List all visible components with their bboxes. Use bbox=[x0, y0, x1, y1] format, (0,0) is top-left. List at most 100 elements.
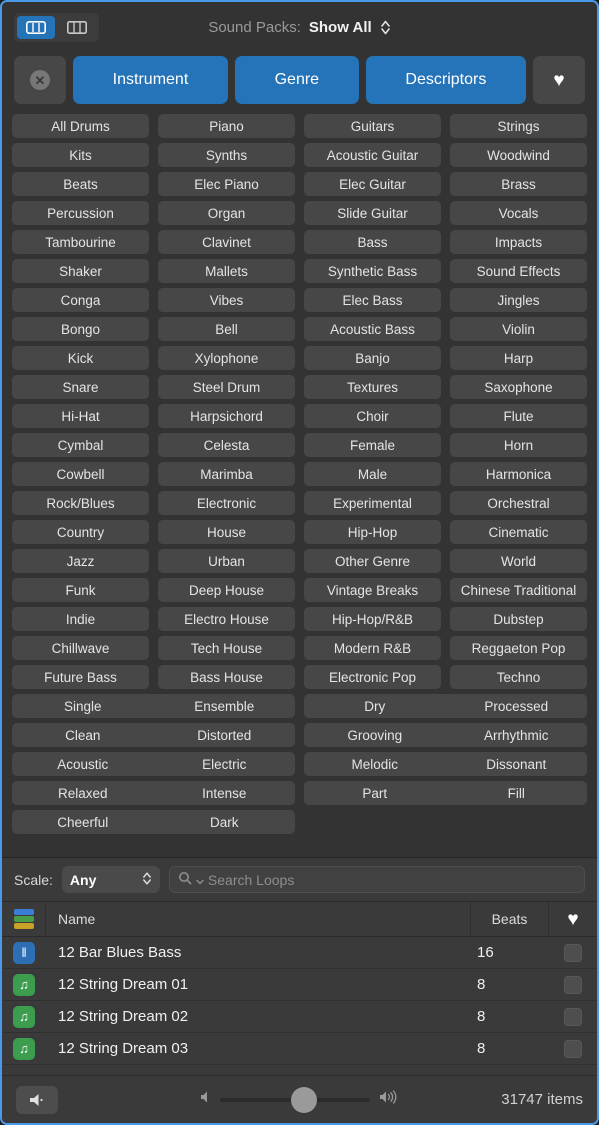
volume-slider[interactable] bbox=[220, 1086, 370, 1113]
keyword-button[interactable]: Bongo bbox=[12, 317, 149, 341]
keyword-button[interactable]: Part bbox=[304, 786, 446, 801]
search-input[interactable]: Search Loops bbox=[168, 866, 585, 893]
column-header-name[interactable]: Name bbox=[46, 902, 471, 936]
keyword-button[interactable]: Woodwind bbox=[450, 143, 587, 167]
loop-name-cell[interactable]: 12 String Dream 03 bbox=[46, 1040, 471, 1057]
keyword-button[interactable]: Acoustic Bass bbox=[304, 317, 441, 341]
keyword-button[interactable]: Elec Bass bbox=[304, 288, 441, 312]
keyword-button[interactable]: All Drums bbox=[12, 114, 149, 138]
keyword-button[interactable]: Processed bbox=[446, 699, 588, 714]
favorite-checkbox[interactable] bbox=[564, 943, 582, 962]
loop-list[interactable]: ‖ 12 Bar Blues Bass 16 ♫ 12 String Dream 01 8… bbox=[2, 937, 597, 1075]
keyword-button[interactable]: Electric bbox=[154, 757, 296, 772]
keyword-button[interactable]: Mallets bbox=[158, 259, 295, 283]
keyword-button[interactable]: Melodic bbox=[304, 757, 446, 772]
keyword-button[interactable]: Hi-Hat bbox=[12, 404, 149, 428]
loop-name-cell[interactable]: 12 String Dream 01 bbox=[46, 976, 471, 993]
column-header-beats[interactable]: Beats bbox=[471, 902, 549, 936]
loop-favorite-cell[interactable] bbox=[549, 1039, 597, 1058]
loop-name-cell[interactable]: 12 Bar Blues Bass bbox=[46, 944, 471, 961]
columns-list-icon-button[interactable] bbox=[58, 16, 96, 39]
keyword-button[interactable]: Urban bbox=[158, 549, 295, 573]
keyword-button[interactable]: Modern R&B bbox=[304, 636, 441, 660]
keyword-button[interactable]: Beats bbox=[12, 172, 149, 196]
keyword-button-pair[interactable]: Single Ensemble bbox=[12, 694, 295, 718]
keyword-button[interactable]: Vocals bbox=[450, 201, 587, 225]
chevron-down-icon[interactable] bbox=[196, 872, 204, 888]
keyword-button[interactable]: Future Bass bbox=[12, 665, 149, 689]
keyword-button[interactable]: Chinese Traditional bbox=[450, 578, 587, 602]
keyword-button-pair[interactable]: Grooving Arrhythmic bbox=[304, 723, 587, 747]
keyword-button[interactable]: Slide Guitar bbox=[304, 201, 441, 225]
filter-button-genre[interactable]: Genre bbox=[234, 56, 359, 104]
keyword-button[interactable]: House bbox=[158, 520, 295, 544]
keyword-button[interactable]: Dubstep bbox=[450, 607, 587, 631]
keyword-button[interactable]: Harmonica bbox=[450, 462, 587, 486]
keyword-button[interactable]: Impacts bbox=[450, 230, 587, 254]
keyword-button[interactable]: Clean bbox=[12, 728, 154, 743]
keyword-button[interactable]: Chillwave bbox=[12, 636, 149, 660]
keyword-button[interactable]: Organ bbox=[158, 201, 295, 225]
keyword-button[interactable]: Vintage Breaks bbox=[304, 578, 441, 602]
keyword-button[interactable]: Brass bbox=[450, 172, 587, 196]
keyword-button[interactable]: Percussion bbox=[12, 201, 149, 225]
keyword-button[interactable]: Techno bbox=[450, 665, 587, 689]
keyword-button[interactable]: Single bbox=[12, 699, 154, 714]
keyword-button[interactable]: Rock/Blues bbox=[12, 491, 149, 515]
keyword-button[interactable]: Shaker bbox=[12, 259, 149, 283]
loop-favorite-cell[interactable] bbox=[549, 1007, 597, 1026]
keyword-button[interactable]: Tambourine bbox=[12, 230, 149, 254]
keyword-button[interactable]: Indie bbox=[12, 607, 149, 631]
keyword-button[interactable]: Relaxed bbox=[12, 786, 154, 801]
keyword-button[interactable]: Other Genre bbox=[304, 549, 441, 573]
scale-select[interactable]: Any bbox=[61, 866, 160, 893]
keyword-button[interactable]: Hip-Hop/R&B bbox=[304, 607, 441, 631]
keyword-button[interactable]: Electronic bbox=[158, 491, 295, 515]
keyword-button[interactable]: Bass bbox=[304, 230, 441, 254]
sort-column-header[interactable] bbox=[2, 902, 46, 936]
keyword-button[interactable]: Tech House bbox=[158, 636, 295, 660]
keyword-button[interactable]: Funk bbox=[12, 578, 149, 602]
favorite-checkbox[interactable] bbox=[564, 975, 582, 994]
keyword-button[interactable]: Marimba bbox=[158, 462, 295, 486]
sound-packs-value[interactable]: Show All bbox=[309, 19, 372, 36]
keyword-button[interactable]: Kits bbox=[12, 143, 149, 167]
columns-grid-icon-button[interactable] bbox=[17, 15, 55, 39]
keyword-button-pair[interactable]: Melodic Dissonant bbox=[304, 752, 587, 776]
keyword-button[interactable]: Jingles bbox=[450, 288, 587, 312]
keyword-button-pair[interactable]: Acoustic Electric bbox=[12, 752, 295, 776]
keyword-button[interactable]: Electro House bbox=[158, 607, 295, 631]
keyword-button[interactable]: Sound Effects bbox=[450, 259, 587, 283]
keyword-button-pair[interactable]: Part Fill bbox=[304, 781, 587, 805]
keyword-button[interactable]: Female bbox=[304, 433, 441, 457]
keyword-button[interactable]: Acoustic bbox=[12, 757, 154, 772]
keyword-button[interactable]: Arrhythmic bbox=[446, 728, 588, 743]
keyword-button[interactable]: Bass House bbox=[158, 665, 295, 689]
keyword-button[interactable]: Saxophone bbox=[450, 375, 587, 399]
keyword-button[interactable]: Steel Drum bbox=[158, 375, 295, 399]
keyword-button[interactable]: Harp bbox=[450, 346, 587, 370]
table-row[interactable]: ‖ 12 Bar Blues Bass 16 bbox=[2, 937, 597, 969]
keyword-button[interactable]: Banjo bbox=[304, 346, 441, 370]
keyword-button[interactable]: Experimental bbox=[304, 491, 441, 515]
keyword-button[interactable]: Synthetic Bass bbox=[304, 259, 441, 283]
keyword-button[interactable]: Harpsichord bbox=[158, 404, 295, 428]
keyword-button[interactable]: Violin bbox=[450, 317, 587, 341]
volume-slider-knob[interactable] bbox=[291, 1086, 317, 1113]
keyword-button[interactable]: Fill bbox=[446, 786, 588, 801]
loop-favorite-cell[interactable] bbox=[549, 943, 597, 962]
keyword-button[interactable]: Male bbox=[304, 462, 441, 486]
keyword-button[interactable]: Hip-Hop bbox=[304, 520, 441, 544]
keyword-button-pair[interactable]: Relaxed Intense bbox=[12, 781, 295, 805]
keyword-button[interactable]: Jazz bbox=[12, 549, 149, 573]
table-row[interactable]: ♫ 12 String Dream 01 8 bbox=[2, 969, 597, 1001]
keyword-button[interactable]: Intense bbox=[154, 786, 296, 801]
keyword-button-pair[interactable]: Clean Distorted bbox=[12, 723, 295, 747]
keyword-button[interactable]: Dry bbox=[304, 699, 446, 714]
keyword-button[interactable]: Country bbox=[12, 520, 149, 544]
keyword-button[interactable]: Guitars bbox=[304, 114, 441, 138]
table-row[interactable]: ♫ 12 String Dream 03 8 bbox=[2, 1033, 597, 1065]
favorite-checkbox[interactable] bbox=[564, 1007, 582, 1026]
favorites-filter-button[interactable]: ♥ bbox=[533, 56, 585, 104]
filter-button-instrument[interactable]: Instrument bbox=[73, 56, 228, 104]
